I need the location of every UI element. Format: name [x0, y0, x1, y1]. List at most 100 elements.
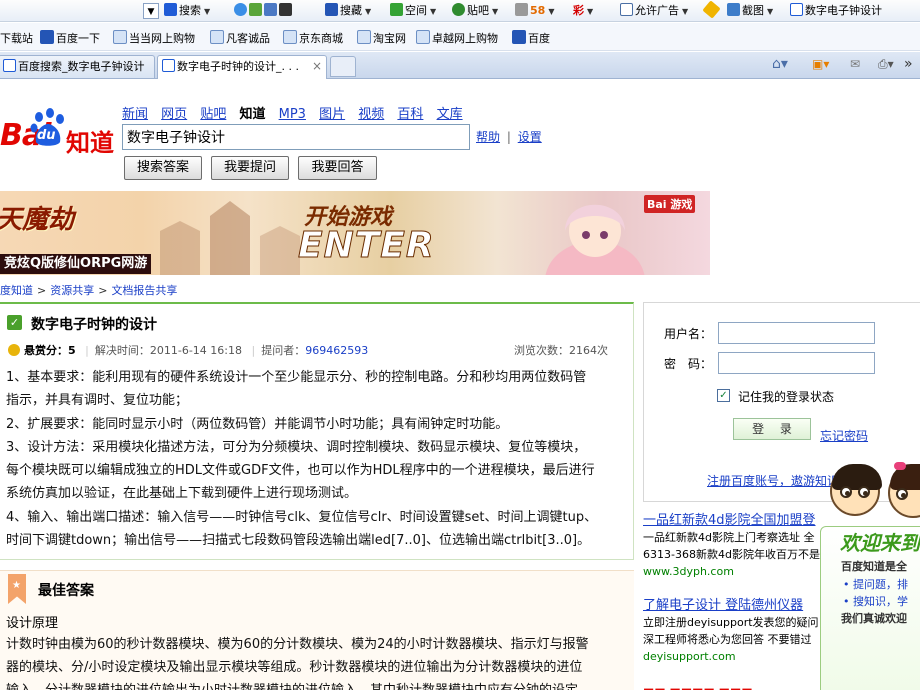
nav-wenku[interactable]: 文库: [437, 107, 463, 122]
password-input[interactable]: [718, 352, 875, 374]
favorite-item[interactable]: 下载站: [0, 30, 33, 46]
page-title-indicator[interactable]: 数字电子钟设计: [790, 3, 882, 19]
nav-images[interactable]: 图片: [319, 107, 345, 122]
asker-link[interactable]: 969462593: [305, 344, 368, 357]
ad-line: 一品红新款4d影院上门考察选址 全: [643, 531, 815, 544]
favorite-item[interactable]: 百度一下: [40, 30, 100, 46]
answer-question-button[interactable]: 我要回答: [298, 156, 377, 180]
favorite-item[interactable]: 淘宝网: [357, 30, 406, 46]
new-tab-button[interactable]: [330, 56, 356, 77]
home-icon[interactable]: ⌂▾: [772, 56, 788, 72]
nav-tieba[interactable]: 贴吧: [200, 107, 226, 122]
space-icon: [390, 3, 403, 16]
search-tool-button[interactable]: 搜索 ▼: [164, 3, 210, 19]
window-icon: [620, 3, 633, 16]
nav-web[interactable]: 网页: [161, 107, 187, 122]
settings-link[interactable]: 设置: [518, 130, 542, 144]
news-icon: [249, 3, 262, 16]
search-answer-button[interactable]: 搜索答案: [124, 156, 202, 180]
sponsored-ad[interactable]: 一品红新款4d影院全国加盟登 一品红新款4d影院上门考察选址 全 6313-36…: [643, 512, 828, 580]
screenshot-button[interactable]: 截图 ▼: [727, 3, 773, 19]
login-button[interactable]: 登 录: [733, 418, 811, 440]
favorite-item[interactable]: 京东商城: [283, 30, 343, 46]
game-ad-banner[interactable]: 天魔劫 竞炫Q版修仙ORPG网游 开始游戏 ENTER Bai 游戏: [0, 191, 710, 275]
baidu-page-icon: [3, 59, 16, 72]
tab-bar: 百度搜索_数字电子钟设计 数字电子时钟的设计_. . . × ⌂▾ ▣▾ ✉ ⎙▾…: [0, 52, 920, 79]
answer-line: 输入，分计数器模块的进位输出为小时计数器模块的进位输入。其中秒计数器模块中应有分…: [6, 679, 626, 690]
remember-checkbox[interactable]: ✓: [717, 389, 730, 402]
tab-current-page[interactable]: 数字电子时钟的设计_. . . ×: [157, 55, 327, 79]
remember-label: 记住我的登录状态: [738, 390, 835, 404]
mail-icon[interactable]: ✉: [850, 57, 860, 71]
logo-zhidao: 知道: [66, 129, 114, 157]
baidu-page-icon: [790, 3, 803, 16]
nav-video[interactable]: 视频: [358, 107, 384, 122]
answer-line: 器的模块、分/小时设定模块及输出显示模块等组成。秒计数器模块的进位输出为分计数器…: [6, 660, 583, 675]
game-girl-illustration: [545, 204, 645, 275]
close-icon[interactable]: ×: [312, 56, 322, 77]
favorite-item[interactable]: 当当网上购物: [113, 30, 195, 46]
breadcrumb-docs[interactable]: 文档报告共享: [111, 284, 177, 297]
search-icon: [164, 3, 177, 16]
toolbar-tieba-button[interactable]: 贴吧 ▼: [452, 3, 498, 19]
coin-icon: [8, 344, 20, 356]
question-title: 数字电子时钟的设计: [31, 317, 157, 333]
ie-icon: [234, 3, 247, 16]
popup-line: 我们真诚欢迎: [841, 612, 907, 625]
tab-baidu-search[interactable]: 百度搜索_数字电子钟设计: [0, 55, 155, 78]
favorite-item[interactable]: 百度: [512, 30, 550, 46]
ad-url[interactable]: www.3dyph.com: [643, 563, 828, 580]
ad-line: 6313-368新款4d影院年收百万不是: [643, 548, 820, 561]
chevron-down-icon[interactable]: ▼: [143, 3, 159, 19]
answer-line: 计数时钟由模为60的秒计数器模块、模为60的分计数模块、模为24的小时计数器模块…: [6, 637, 589, 652]
toolbar-icons-group[interactable]: [234, 3, 294, 19]
sponsored-ad[interactable]: 了解电子设计 登陆德州仪器 立即注册deyisupport发表您的疑问 深工程师…: [643, 597, 828, 665]
toolbar-space-button[interactable]: 空间 ▼: [390, 3, 436, 19]
password-label: 密 码：: [664, 357, 713, 371]
help-link[interactable]: 帮助: [476, 130, 500, 144]
product-nav: 新闻 网页 贴吧 知道 MP3 图片 视频 百科 文库: [122, 103, 472, 122]
toolbar-lottery-button[interactable]: 彩 ▼: [573, 3, 593, 19]
print-icon[interactable]: ⎙▾: [878, 57, 894, 72]
check-icon: ✓: [7, 315, 22, 330]
register-link[interactable]: 注册百度账号，遨游知识: [707, 472, 839, 489]
ad-line: 立即注册deyisupport发表您的疑问: [643, 616, 819, 629]
forgot-password-link[interactable]: 忘记密码: [820, 427, 868, 444]
toolbar-58-button[interactable]: 58 ▼: [515, 3, 554, 19]
question-line: 每个模块既可以编辑成独立的HDL文件或GDF文件，也可以作为HDL程序中的一个进…: [6, 463, 595, 479]
baidu-paw-icon: [40, 30, 54, 44]
breadcrumb-zhidao[interactable]: 度知道: [0, 284, 33, 297]
ad-line: 深工程师将悉心为您回答 不要错过: [643, 633, 812, 646]
nav-baike[interactable]: 百科: [397, 107, 423, 122]
question-line: 2、扩展要求：能同时显示小时（两位数码管）并能调节小时功能；具有闹钟定时功能。: [6, 416, 509, 432]
nav-mp3[interactable]: MP3: [279, 107, 306, 122]
ad-title[interactable]: 一品红新款4d影院全国加盟登: [643, 512, 828, 529]
calendar-icon: [279, 3, 292, 16]
allow-ads-button[interactable]: 允许广告 ▼: [620, 3, 688, 19]
ad-title[interactable]: 了解电子设计 登陆德州仪器: [643, 597, 828, 614]
tieba-icon: [452, 3, 465, 16]
breadcrumb: 度知道 > 资源共享 > 文档报告共享: [0, 284, 178, 297]
view-count: 浏览次数：2164次: [514, 344, 608, 357]
more-icon[interactable]: »: [904, 56, 913, 72]
answer-subtitle: 设计原理: [6, 616, 59, 631]
toolbar-collect-button[interactable]: 搜藏 ▼: [325, 3, 371, 19]
popup-line: • 提问题，排: [843, 578, 908, 591]
favorite-item[interactable]: 凡客诚品: [210, 30, 270, 46]
username-label: 用户名：: [664, 327, 713, 341]
rss-icon[interactable]: ▣▾: [812, 57, 829, 71]
pen-icon[interactable]: [702, 0, 721, 19]
star-icon: ★: [12, 580, 21, 591]
search-input[interactable]: [122, 124, 470, 150]
ie-page-icon: [283, 30, 297, 44]
question-meta: 悬赏分：5 | 解决时间：2011-6-14 16:18 | 提问者：9694625…: [8, 342, 368, 358]
ie-page-icon: [113, 30, 127, 44]
favorite-item[interactable]: 卓越网上购物: [416, 30, 498, 46]
nav-news[interactable]: 新闻: [122, 107, 148, 122]
ask-question-button[interactable]: 我要提问: [211, 156, 289, 180]
breadcrumb-resource[interactable]: 资源共享: [50, 284, 94, 297]
ad-url[interactable]: deyisupport.com: [643, 648, 828, 665]
best-answer-title: 最佳答案: [38, 583, 94, 599]
username-input[interactable]: [718, 322, 875, 344]
browser-toolbar: ▼ 搜索 ▼ 搜藏 ▼ 空间 ▼ 贴吧 ▼ 58 ▼ 彩 ▼ 允许广告 ▼ 截图 ▼ 数字电子钟…: [0, 0, 920, 22]
